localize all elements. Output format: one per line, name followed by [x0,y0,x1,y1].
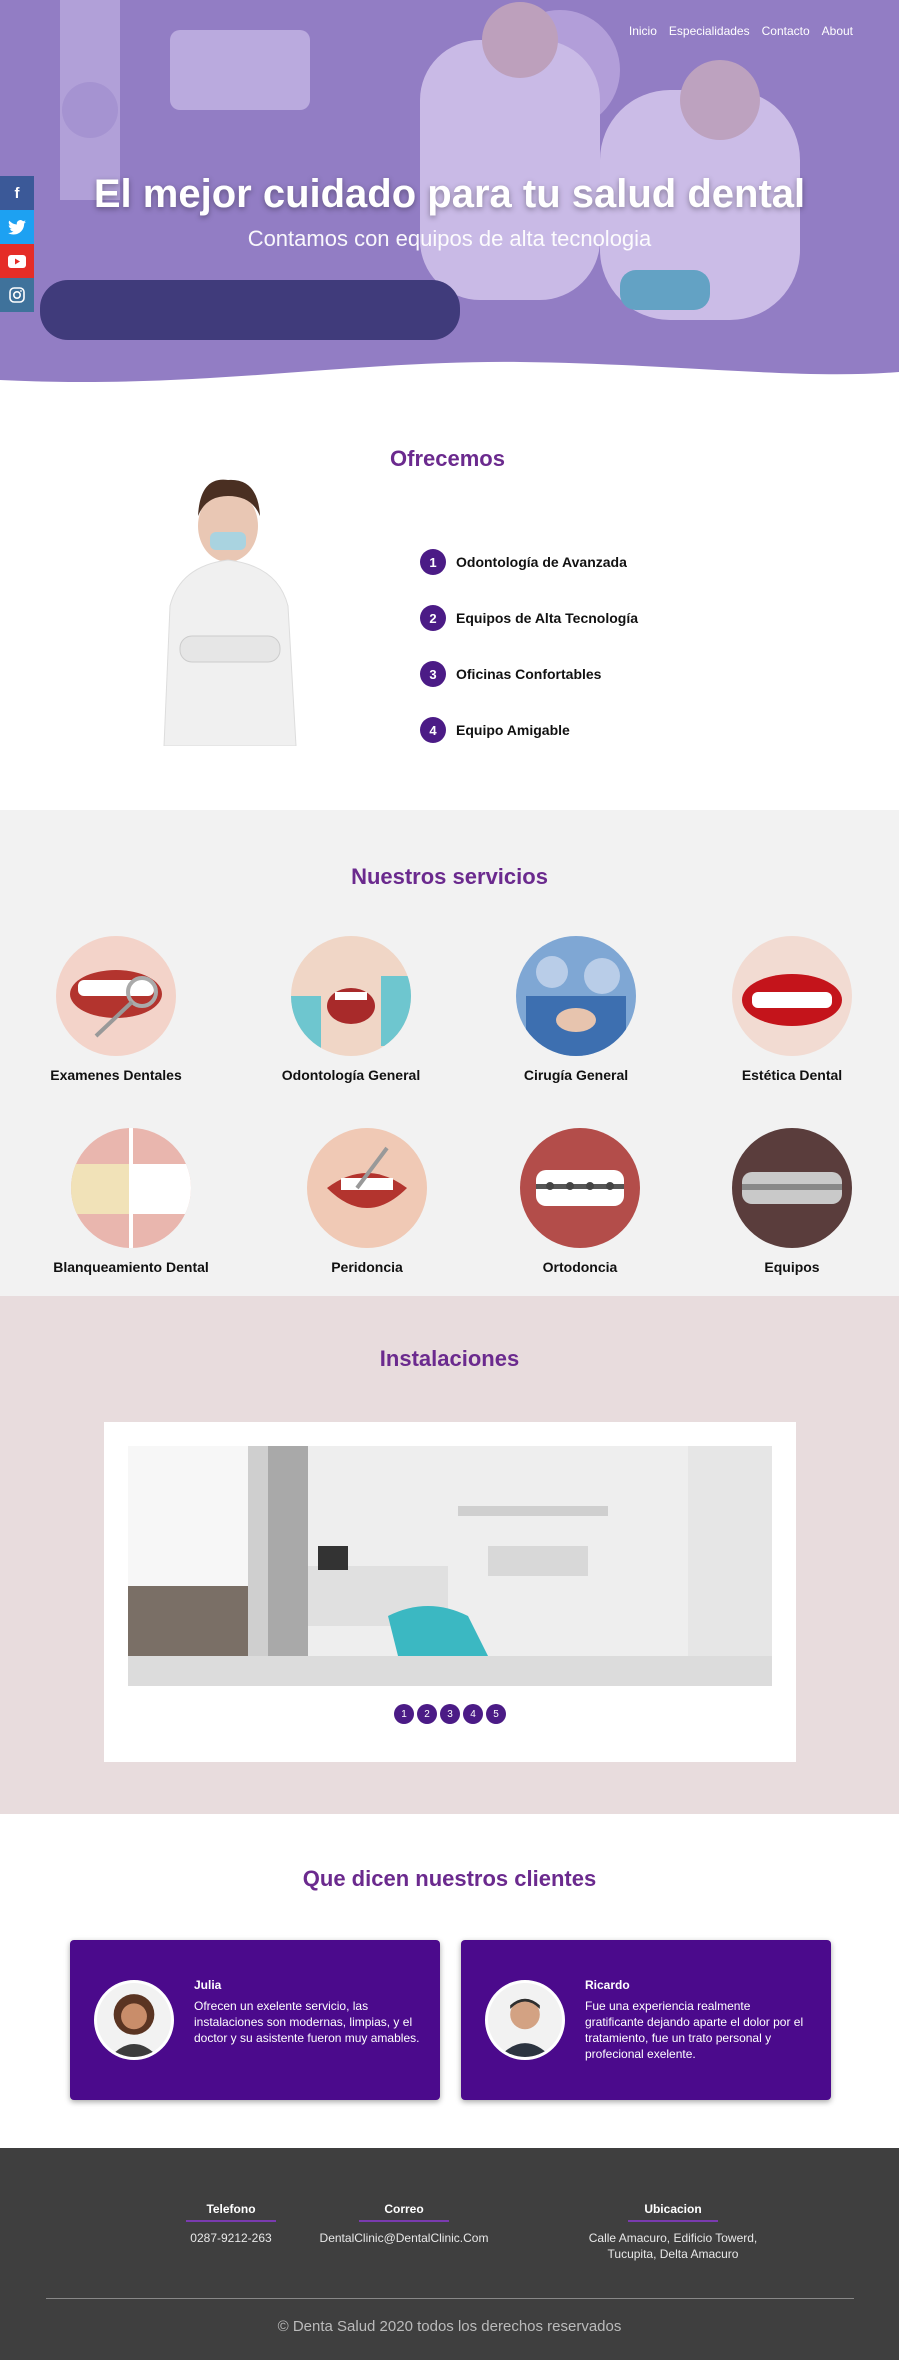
service-card-odontologia-general[interactable]: Odontología General [251,936,451,1083]
testimonials-title: Que dicen nuestros clientes [302,1866,597,1891]
service-label: Ortodoncia [542,1259,618,1275]
offer-item: 4 Equipo Amigable [420,702,638,758]
installations-section: Instalaciones 1 2 3 4 5 [0,1296,899,1814]
footer-divider [46,2298,854,2299]
footer-location-column: Ubicacion Calle Amacuro, Edificio Towerd… [573,2200,773,2262]
testimonial-name: Julia [194,1978,222,1992]
footer-location-line2: Tucupita, Delta Amacuro [607,2247,739,2261]
facebook-icon[interactable]: f [0,176,34,210]
installations-title: Instalaciones [379,1346,520,1371]
offer-item-label: Oficinas Confortables [456,666,602,682]
offer-list: 1 Odontología de Avanzada 2 Equipos de Alt… [420,534,638,758]
hero-title: El mejor cuidado para tu salud dental [93,172,806,216]
youtube-icon[interactable] [0,244,34,278]
service-label: Peridoncia [331,1259,403,1275]
testimonial-card: Ricardo Fue una experiencia realmente gr… [461,1940,831,2100]
offer-number-badge: 2 [420,605,446,631]
testimonial-name: Ricardo [585,1978,630,1992]
offer-item: 2 Equipos de Alta Tecnología [420,590,638,646]
nav-link-contacto[interactable]: Contacto [762,24,810,38]
offer-item-label: Equipos de Alta Tecnología [456,610,639,626]
footer-email-heading: Correo [359,2202,449,2222]
service-card-ortodoncia[interactable]: Ortodoncia [480,1128,680,1275]
testimonial-text: Fue una experiencia realmente gratifican… [585,1999,804,2061]
service-card-peridoncia[interactable]: Peridoncia [267,1128,467,1275]
carousel-slide-image [128,1446,772,1686]
nav-link-about[interactable]: About [822,24,853,38]
service-card-cirugia-general[interactable]: Cirugía General [476,936,676,1083]
service-card-blanqueamiento[interactable]: Blanqueamiento Dental [31,1128,231,1275]
service-label: Blanqueamiento Dental [53,1259,209,1275]
carousel-pagination: 1 2 3 4 5 [104,1704,796,1724]
hero-wave-divider [0,361,899,390]
installations-carousel: 1 2 3 4 5 [104,1422,796,1762]
footer-copyright: © Denta Salud 2020 todos los derechos re… [277,2318,622,2335]
nav-link-especialidades[interactable]: Especialidades [669,24,750,38]
twitter-icon[interactable] [0,210,34,244]
service-label: Equipos [764,1259,820,1275]
offer-section: Ofrecemos 1 Odontología de Avanzada 2 Equi… [0,390,899,810]
footer-location-heading: Ubicacion [628,2202,718,2222]
carousel-dot[interactable]: 1 [394,1704,414,1724]
hero-subtitle: Contamos con equipos de alta tecnologia [247,226,652,251]
service-label: Examenes Dentales [50,1067,182,1083]
service-image [732,936,852,1056]
offer-number-badge: 4 [420,717,446,743]
avatar [485,1980,565,2060]
footer-phone-value[interactable]: 0287-9212-263 [131,2230,331,2246]
service-card-estetica-dental[interactable]: Estética Dental [692,936,892,1083]
offer-item: 3 Oficinas Confortables [420,646,638,702]
offer-item: 1 Odontología de Avanzada [420,534,638,590]
services-section: Nuestros servicios Examenes Dentales Odo… [0,810,899,1296]
service-label: Estética Dental [741,1067,843,1083]
carousel-dot[interactable]: 2 [417,1704,437,1724]
nav-link-inicio[interactable]: Inicio [629,24,657,38]
hero-section: Inicio Especialidades Contacto About El … [0,0,899,390]
footer: Telefono 0287-9212-263 Correo DentalClin… [0,2148,899,2360]
top-nav: Inicio Especialidades Contacto About [629,24,853,38]
service-image [516,936,636,1056]
service-image [307,1128,427,1248]
footer-phone-heading: Telefono [186,2202,276,2222]
service-image [732,1128,852,1248]
offer-item-label: Odontología de Avanzada [456,554,627,570]
offer-number-badge: 3 [420,661,446,687]
service-image [291,936,411,1056]
carousel-dot[interactable]: 4 [463,1704,483,1724]
carousel-dot[interactable]: 5 [486,1704,506,1724]
footer-location-line1: Calle Amacuro, Edificio Towerd, [588,2231,758,2245]
footer-email-column: Correo DentalClinic@DentalClinic.Com [304,2200,504,2246]
footer-phone-column: Telefono 0287-9212-263 [131,2200,331,2246]
service-image [56,936,176,1056]
avatar [94,1980,174,2060]
testimonial-text: Ofrecen un exelente servicio, las instal… [194,1999,420,2045]
footer-email-value[interactable]: DentalClinic@DentalClinic.Com [304,2230,504,2246]
offer-title: Ofrecemos [390,446,505,471]
social-sidebar: f [0,176,34,312]
testimonials-section: Que dicen nuestros clientes Julia Ofrece… [0,1814,899,2148]
service-label: Odontología General [281,1067,421,1083]
service-label: Cirugía General [523,1067,629,1083]
service-image [71,1128,191,1248]
carousel-dot[interactable]: 3 [440,1704,460,1724]
dentist-photo [120,456,340,746]
offer-number-badge: 1 [420,549,446,575]
service-card-examenes[interactable]: Examenes Dentales [16,936,216,1083]
testimonial-card: Julia Ofrecen un exelente servicio, las … [70,1940,440,2100]
service-image [520,1128,640,1248]
offer-item-label: Equipo Amigable [456,722,570,738]
services-title: Nuestros servicios [351,864,548,889]
service-card-equipos[interactable]: Equipos [692,1128,892,1275]
instagram-icon[interactable] [0,278,34,312]
